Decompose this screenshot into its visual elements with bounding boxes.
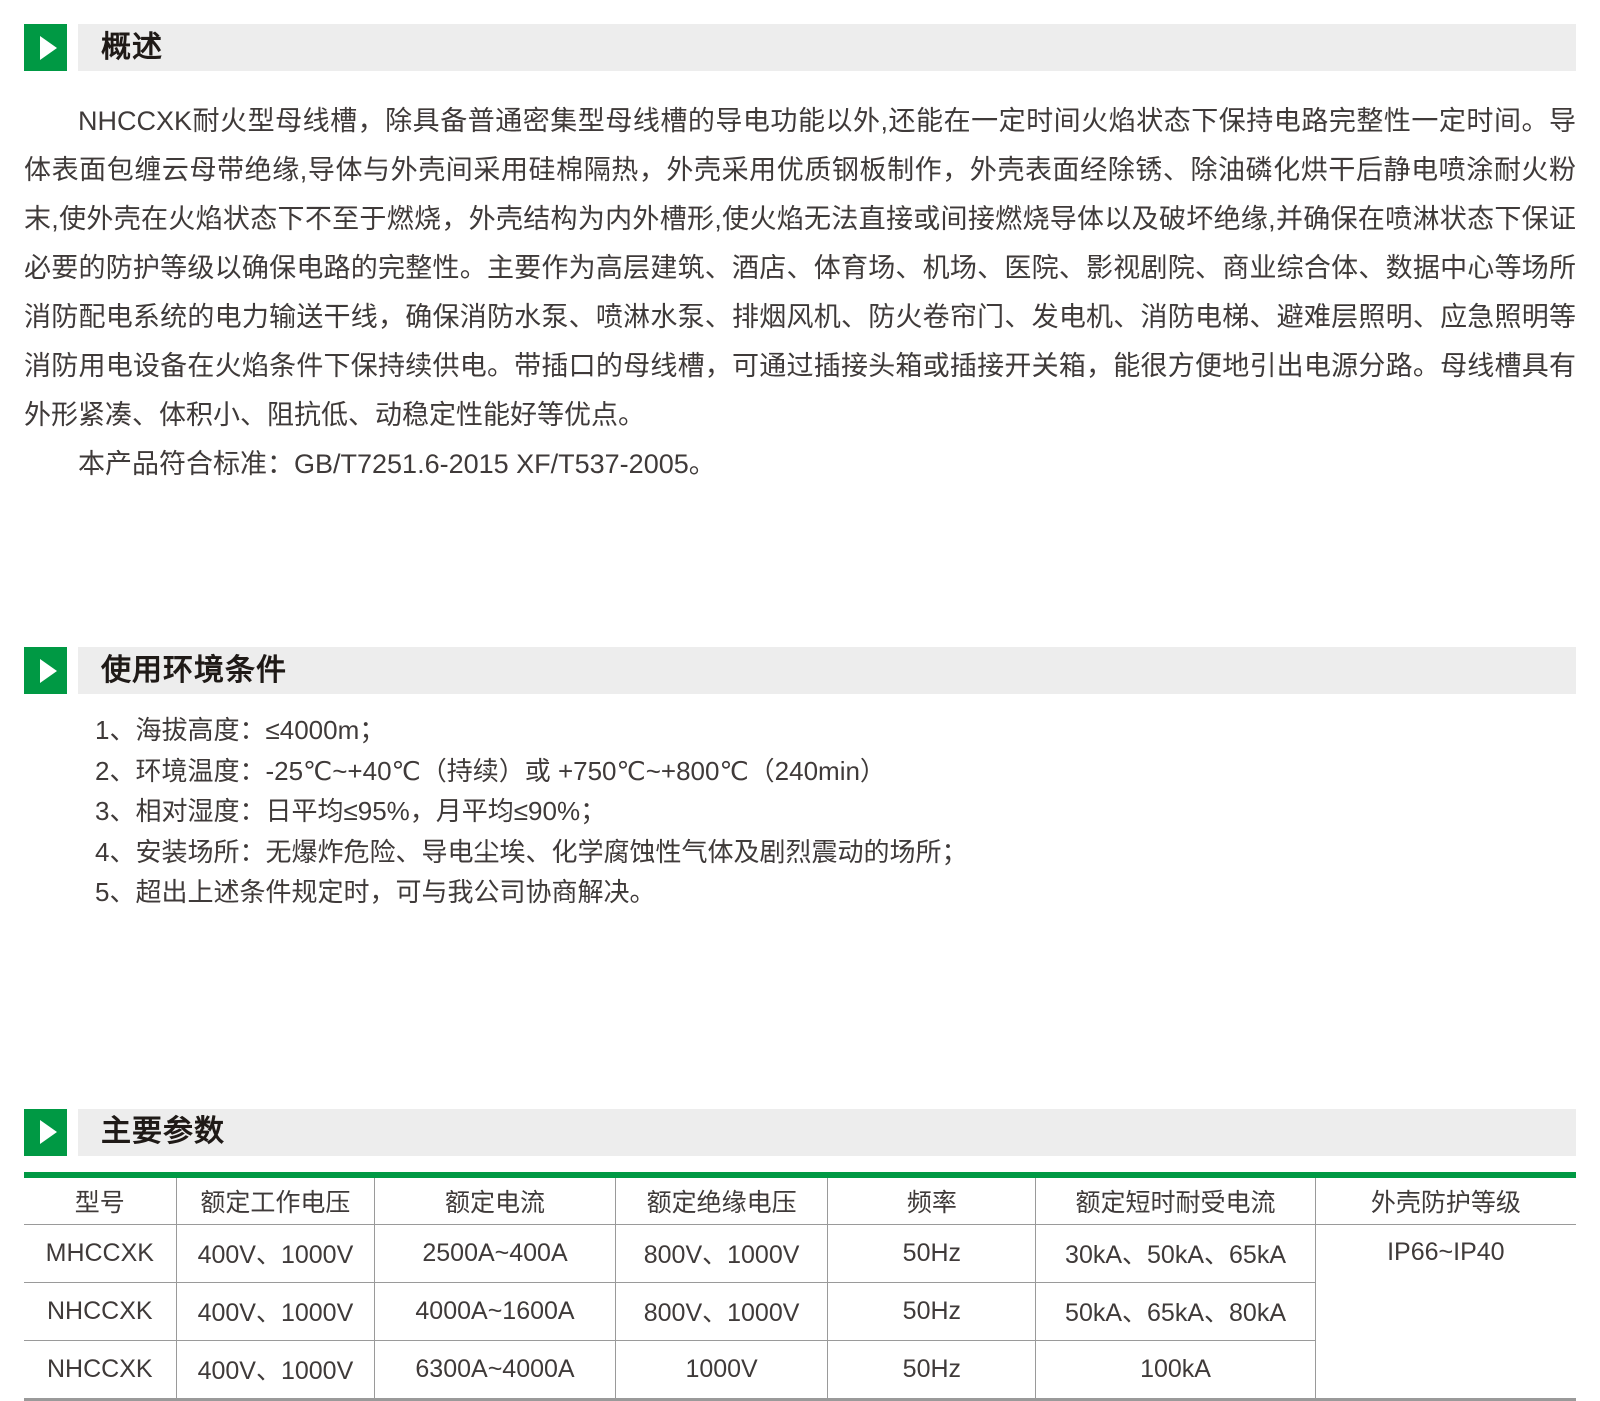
cell-model: MHCCXK <box>24 1224 176 1282</box>
play-triangle-icon <box>40 659 57 683</box>
section-header-overview: 概述 <box>24 24 1576 71</box>
list-item: 3、相对湿度：日平均≤95%，月平均≤90%； <box>95 791 1576 832</box>
col-header-frequency: 频率 <box>828 1178 1036 1225</box>
cell-rated-current: 4000A~1600A <box>375 1282 616 1340</box>
overview-paragraph: NHCCXK耐火型母线槽，除具备普通密集型母线槽的导电功能以外,还能在一定时间火… <box>24 97 1576 440</box>
cell-rated-voltage: 400V、1000V <box>176 1282 375 1340</box>
green-arrow-box <box>24 647 67 694</box>
col-header-rated-current: 额定电流 <box>375 1178 616 1225</box>
cell-insulation-voltage: 800V、1000V <box>615 1282 828 1340</box>
cell-insulation-voltage: 1000V <box>615 1340 828 1398</box>
list-item: 5、超出上述条件规定时，可与我公司协商解决。 <box>95 872 1576 913</box>
cell-rated-current: 6300A~4000A <box>375 1340 616 1398</box>
green-arrow-box <box>24 24 67 71</box>
col-header-insulation-voltage: 额定绝缘电压 <box>615 1178 828 1225</box>
col-header-model: 型号 <box>24 1178 176 1225</box>
environment-title-bar: 使用环境条件 <box>78 647 1576 694</box>
cell-withstand-current: 30kA、50kA、65kA <box>1036 1224 1315 1282</box>
cell-frequency: 50Hz <box>828 1224 1036 1282</box>
overview-section-title: 概述 <box>101 33 163 63</box>
cell-rated-current: 2500A~400A <box>375 1224 616 1282</box>
cell-withstand-current: 50kA、65kA、80kA <box>1036 1282 1315 1340</box>
play-triangle-icon <box>40 1120 57 1144</box>
environment-conditions-list: 1、海拔高度：≤4000m； 2、环境温度：-25℃~+40℃（持续）或 +75… <box>95 710 1576 913</box>
catalog-page: 概述 NHCCXK耐火型母线槽，除具备普通密集型母线槽的导电功能以外,还能在一定… <box>0 0 1600 1401</box>
overview-title-bar: 概述 <box>78 24 1576 71</box>
play-triangle-icon <box>40 36 57 60</box>
list-item: 4、安装场所：无爆炸危险、导电尘埃、化学腐蚀性气体及剧烈震动的场所； <box>95 832 1576 873</box>
col-header-withstand-current: 额定短时耐受电流 <box>1036 1178 1315 1225</box>
environment-section-title: 使用环境条件 <box>101 656 287 686</box>
cell-model: NHCCXK <box>24 1282 176 1340</box>
parameters-section-title: 主要参数 <box>101 1117 225 1147</box>
spacer <box>0 913 1600 1109</box>
parameters-table-wrapper: 型号 额定工作电压 额定电流 额定绝缘电压 频率 额定短时耐受电流 外壳防护等级… <box>24 1172 1576 1401</box>
cell-withstand-current: 100kA <box>1036 1340 1315 1398</box>
green-arrow-box <box>24 1109 67 1156</box>
parameters-title-bar: 主要参数 <box>78 1109 1576 1156</box>
cell-ip-rating: IP66~IP40 <box>1315 1224 1576 1398</box>
standards-line: 本产品符合标准：GB/T7251.6-2015 XF/T537-2005。 <box>24 440 1576 489</box>
cell-frequency: 50Hz <box>828 1340 1036 1398</box>
col-header-rated-voltage: 额定工作电压 <box>176 1178 375 1225</box>
parameters-table: 型号 额定工作电压 额定电流 额定绝缘电压 频率 额定短时耐受电流 外壳防护等级… <box>24 1178 1576 1398</box>
cell-model: NHCCXK <box>24 1340 176 1398</box>
cell-insulation-voltage: 800V、1000V <box>615 1224 828 1282</box>
overview-body: NHCCXK耐火型母线槽，除具备普通密集型母线槽的导电功能以外,还能在一定时间火… <box>24 97 1576 489</box>
list-item: 2、环境温度：-25℃~+40℃（持续）或 +750℃~+800℃（240min… <box>95 751 1576 792</box>
section-header-environment: 使用环境条件 <box>24 647 1576 694</box>
spacer <box>0 489 1600 647</box>
col-header-ip-rating: 外壳防护等级 <box>1315 1178 1576 1225</box>
cell-rated-voltage: 400V、1000V <box>176 1224 375 1282</box>
cell-rated-voltage: 400V、1000V <box>176 1340 375 1398</box>
list-item: 1、海拔高度：≤4000m； <box>95 710 1576 751</box>
section-header-parameters: 主要参数 <box>24 1109 1576 1156</box>
table-row: MHCCXK 400V、1000V 2500A~400A 800V、1000V … <box>24 1224 1576 1282</box>
table-header-row: 型号 额定工作电压 额定电流 额定绝缘电压 频率 额定短时耐受电流 外壳防护等级 <box>24 1178 1576 1225</box>
cell-frequency: 50Hz <box>828 1282 1036 1340</box>
